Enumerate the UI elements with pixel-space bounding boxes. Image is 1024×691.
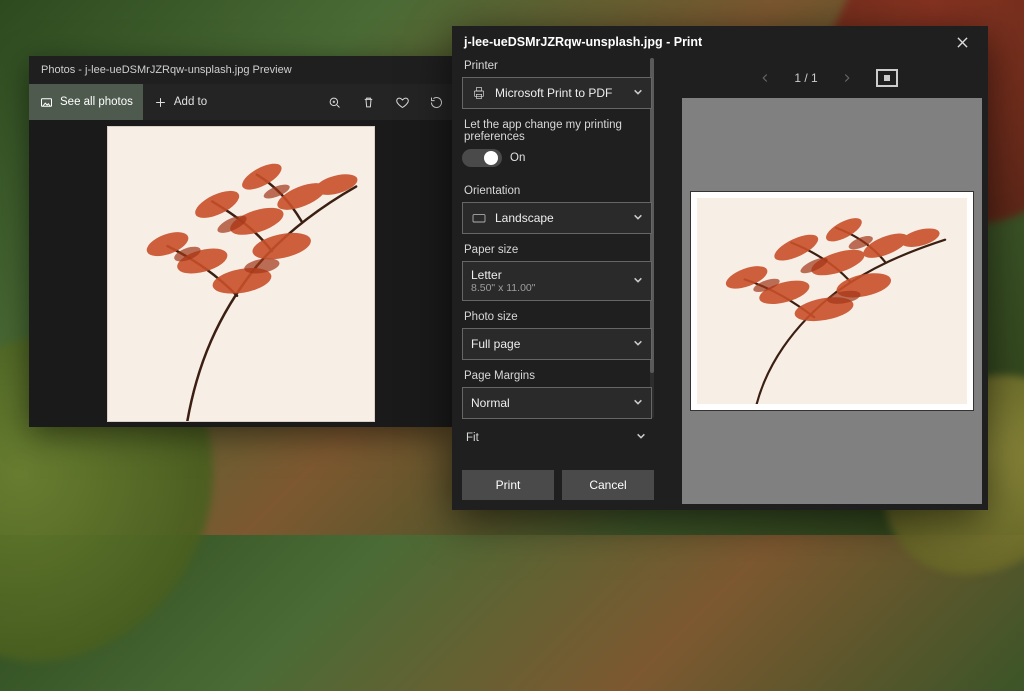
chevron-down-icon [633, 274, 643, 288]
see-all-photos-label: See all photos [60, 96, 133, 108]
printer-icon [471, 85, 487, 101]
rotate-button[interactable] [419, 84, 453, 120]
printer-select[interactable]: Microsoft Print to PDF [462, 77, 652, 109]
photo-size-label: Photo size [464, 311, 650, 323]
trash-icon [361, 95, 376, 110]
see-all-photos-button[interactable]: See all photos [29, 84, 143, 120]
fit-page-button[interactable] [876, 69, 898, 87]
chevron-down-icon [633, 337, 643, 351]
print-preview-panel: 1 / 1 [664, 58, 988, 510]
next-page-button[interactable] [836, 67, 858, 89]
arrow-left-icon [758, 71, 772, 85]
page-indicator: 1 / 1 [794, 71, 817, 85]
preview-area [682, 98, 982, 504]
app-prefs-toggle[interactable] [462, 149, 502, 167]
settings-scrollbar-track[interactable] [650, 58, 654, 418]
photos-canvas [29, 120, 453, 427]
zoom-icon [327, 95, 342, 110]
chevron-down-icon [636, 431, 646, 444]
landscape-icon [471, 210, 487, 226]
printer-value: Microsoft Print to PDF [495, 86, 612, 100]
photo-size-select[interactable]: Full page [462, 328, 652, 360]
photos-toolbar: See all photos Add to [29, 84, 453, 120]
chevron-down-icon [633, 86, 643, 100]
add-to-button[interactable]: Add to [143, 84, 217, 120]
photos-window: Photos - j-lee-ueDSMrJZRqw-unsplash.jpg … [29, 56, 453, 427]
margins-value: Normal [471, 396, 510, 410]
app-prefs-label: Let the app change my printing preferenc… [464, 119, 650, 143]
printer-label: Printer [464, 60, 650, 72]
print-dialog: j-lee-ueDSMrJZRqw-unsplash.jpg - Print P… [452, 26, 988, 510]
heart-icon [395, 95, 410, 110]
cancel-button[interactable]: Cancel [562, 470, 654, 500]
close-button[interactable] [948, 28, 976, 56]
margins-label: Page Margins [464, 370, 650, 382]
print-button[interactable]: Print [462, 470, 554, 500]
print-dialog-titlebar: j-lee-ueDSMrJZRqw-unsplash.jpg - Print [452, 26, 988, 58]
paper-size-label: Paper size [464, 244, 650, 256]
dialog-button-row: Print Cancel [462, 460, 654, 510]
orientation-select[interactable]: Landscape [462, 202, 652, 234]
preview-header: 1 / 1 [664, 58, 988, 98]
photo-preview [107, 126, 375, 422]
orientation-label: Orientation [464, 185, 650, 197]
rotate-icon [429, 95, 444, 110]
margins-select[interactable]: Normal [462, 387, 652, 419]
orientation-value: Landscape [495, 211, 554, 225]
chevron-down-icon [633, 211, 643, 225]
toggle-knob [484, 151, 498, 165]
close-icon [957, 37, 968, 48]
arrow-right-icon [840, 71, 854, 85]
branch-image [108, 127, 374, 421]
app-prefs-state: On [510, 152, 525, 164]
print-settings-panel: Printer Microsoft Print to PDF Let the a… [452, 58, 664, 510]
plus-icon [153, 95, 168, 110]
chevron-down-icon [633, 396, 643, 410]
fit-label: Fit [466, 432, 479, 444]
favorite-button[interactable] [385, 84, 419, 120]
photos-window-title: Photos - j-lee-ueDSMrJZRqw-unsplash.jpg … [29, 56, 453, 84]
prev-page-button[interactable] [754, 67, 776, 89]
photo-size-value: Full page [471, 337, 520, 351]
preview-image [697, 198, 967, 404]
delete-button[interactable] [351, 84, 385, 120]
collection-icon [39, 95, 54, 110]
fit-page-icon [884, 75, 890, 81]
add-to-label: Add to [174, 96, 207, 108]
zoom-button[interactable] [317, 84, 351, 120]
paper-size-value: Letter [471, 268, 502, 282]
paper-size-dims: 8.50" x 11.00" [471, 282, 535, 294]
print-dialog-title: j-lee-ueDSMrJZRqw-unsplash.jpg - Print [464, 35, 702, 49]
fit-section[interactable]: Fit [464, 429, 654, 446]
paper-size-select[interactable]: Letter 8.50" x 11.00" [462, 261, 652, 301]
preview-page [690, 191, 974, 411]
